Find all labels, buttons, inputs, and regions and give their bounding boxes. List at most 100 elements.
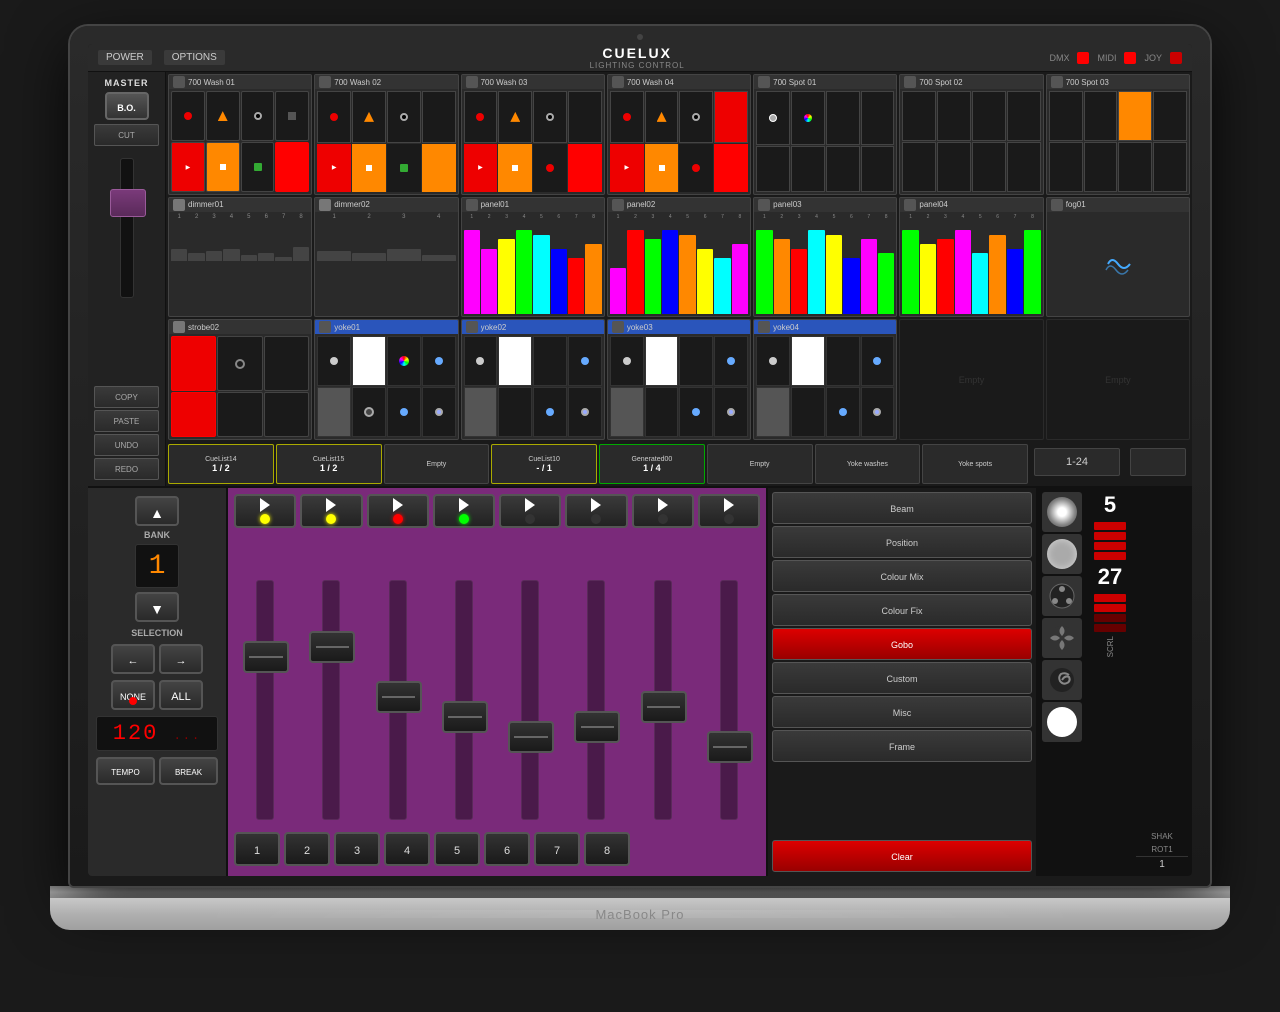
wash04-btn1[interactable]	[610, 91, 644, 143]
cut-button[interactable]: CUT	[94, 124, 159, 146]
yoke03-btn5[interactable]	[610, 387, 644, 437]
wash01-btn5[interactable]: ▶	[171, 142, 205, 191]
fader-play-4[interactable]	[433, 494, 495, 528]
panel03-ch2[interactable]	[774, 239, 790, 314]
wash01-btn3[interactable]	[241, 91, 275, 141]
yoke04-btn5[interactable]	[756, 387, 790, 437]
range-selector[interactable]: 1-24	[1034, 448, 1120, 476]
panel04-ch4[interactable]	[955, 230, 971, 314]
panel03-ch7[interactable]	[861, 239, 877, 314]
strobe02-btn1[interactable]	[171, 336, 216, 391]
fader-num-3[interactable]: 3	[334, 832, 380, 866]
gobo-thumb-3[interactable]	[1042, 576, 1082, 616]
yoke03-btn3[interactable]	[679, 336, 713, 386]
cue-cuelist15[interactable]: CueList15 1 / 2	[276, 444, 382, 484]
yoke02-btn4[interactable]	[568, 336, 602, 386]
frame-button[interactable]: Frame	[772, 730, 1032, 762]
fader-handle-7[interactable]	[641, 691, 687, 723]
panel03-ch6[interactable]	[843, 258, 859, 314]
spot01-btn6[interactable]	[791, 146, 825, 192]
fader-num-4[interactable]: 4	[384, 832, 430, 866]
sel-prev-button[interactable]: ←	[111, 644, 155, 674]
sel-next-button[interactable]: →	[159, 644, 203, 674]
power-button[interactable]: POWER	[98, 50, 152, 65]
wash04-btn2[interactable]	[645, 91, 679, 143]
strobe02-btn4[interactable]	[171, 392, 216, 437]
wash03-btn7[interactable]	[533, 144, 567, 192]
panel01-ch8[interactable]	[585, 244, 601, 314]
fader-num-2[interactable]: 2	[284, 832, 330, 866]
gobo-thumb-6[interactable]	[1042, 702, 1082, 742]
range-selector2[interactable]	[1130, 448, 1186, 476]
all-button[interactable]: ALL	[159, 680, 203, 710]
master-fader-handle[interactable]	[110, 189, 146, 217]
panel02-ch8[interactable]	[732, 244, 748, 314]
gobo-thumb-1[interactable]	[1042, 492, 1082, 532]
cue-yoke-spots[interactable]: Yoke spots	[922, 444, 1028, 484]
spot01-btn7[interactable]	[826, 146, 860, 192]
copy-button[interactable]: COPY	[94, 386, 159, 408]
wash04-btn7[interactable]	[679, 144, 713, 192]
cue-empty2[interactable]: Empty	[707, 444, 813, 484]
dimmer02-ch1[interactable]	[317, 251, 351, 261]
cue-cuelist14[interactable]: CueList14 1 / 2	[168, 444, 274, 484]
dimmer01-ch3[interactable]	[206, 251, 222, 261]
wash03-btn3[interactable]	[533, 91, 567, 143]
yoke02-btn3[interactable]	[533, 336, 567, 386]
panel01-ch5[interactable]	[533, 235, 549, 315]
yoke01-btn1[interactable]	[317, 336, 351, 386]
yoke01-btn3[interactable]	[387, 336, 421, 386]
yoke04-btn1[interactable]	[756, 336, 790, 386]
spot03-btn2[interactable]	[1084, 91, 1118, 141]
dimmer01-ch8[interactable]	[293, 247, 309, 261]
spot01-btn1[interactable]	[756, 91, 790, 145]
panel01-ch3[interactable]	[498, 239, 514, 314]
fader-num-1[interactable]: 1	[234, 832, 280, 866]
wash01-btn4[interactable]	[275, 91, 309, 141]
wash01-btn2[interactable]	[206, 91, 240, 141]
fader-play-3[interactable]	[367, 494, 429, 528]
yoke03-btn6[interactable]	[645, 387, 679, 437]
yoke02-btn2[interactable]	[498, 336, 532, 386]
spot01-btn2[interactable]	[791, 91, 825, 145]
yoke03-btn4[interactable]	[714, 336, 748, 386]
wash03-btn1[interactable]	[464, 91, 498, 143]
spot03-btn6[interactable]	[1084, 142, 1118, 192]
yoke02-btn5[interactable]	[464, 387, 498, 437]
yoke03-btn2[interactable]	[645, 336, 679, 386]
wash01-btn8[interactable]	[275, 142, 309, 191]
spot03-btn8[interactable]	[1153, 142, 1187, 192]
yoke01-btn6[interactable]	[352, 387, 386, 437]
panel01-ch6[interactable]	[551, 249, 567, 315]
cue-empty1[interactable]: Empty	[384, 444, 490, 484]
cue-yoke-washes[interactable]: Yoke washes	[815, 444, 921, 484]
panel04-ch8[interactable]	[1024, 230, 1040, 314]
dimmer02-ch4[interactable]	[422, 255, 456, 261]
undo-button[interactable]: UNDO	[94, 434, 159, 456]
yoke03-btn7[interactable]	[679, 387, 713, 437]
yoke04-btn8[interactable]	[861, 387, 895, 437]
dimmer02-ch3[interactable]	[387, 249, 421, 261]
break-button[interactable]: BREAK	[159, 757, 218, 785]
cue-cuelist10[interactable]: CueList10 - / 1	[491, 444, 597, 484]
panel03-ch5[interactable]	[826, 235, 842, 315]
yoke01-btn5[interactable]	[317, 387, 351, 437]
spot03-btn5[interactable]	[1049, 142, 1083, 192]
wash04-btn5[interactable]: ▶	[610, 144, 644, 192]
redo-button[interactable]: REDO	[94, 458, 159, 480]
gobo-thumb-5[interactable]	[1042, 660, 1082, 700]
beam-button[interactable]: Beam	[772, 492, 1032, 524]
gobo-button[interactable]: Gobo	[772, 628, 1032, 660]
colour-mix-button[interactable]: Colour Mix	[772, 560, 1032, 592]
wash02-btn1[interactable]	[317, 91, 351, 143]
wash02-btn6[interactable]	[352, 144, 386, 192]
gobo-thumb-4[interactable]	[1042, 618, 1082, 658]
wash04-btn3[interactable]	[679, 91, 713, 143]
dimmer01-ch7[interactable]	[275, 257, 291, 261]
panel04-ch3[interactable]	[937, 239, 953, 314]
spot01-btn3[interactable]	[826, 91, 860, 145]
dimmer01-ch4[interactable]	[223, 249, 239, 261]
yoke04-btn7[interactable]	[826, 387, 860, 437]
wash02-btn7[interactable]	[387, 144, 421, 192]
fader-num-7[interactable]: 7	[534, 832, 580, 866]
